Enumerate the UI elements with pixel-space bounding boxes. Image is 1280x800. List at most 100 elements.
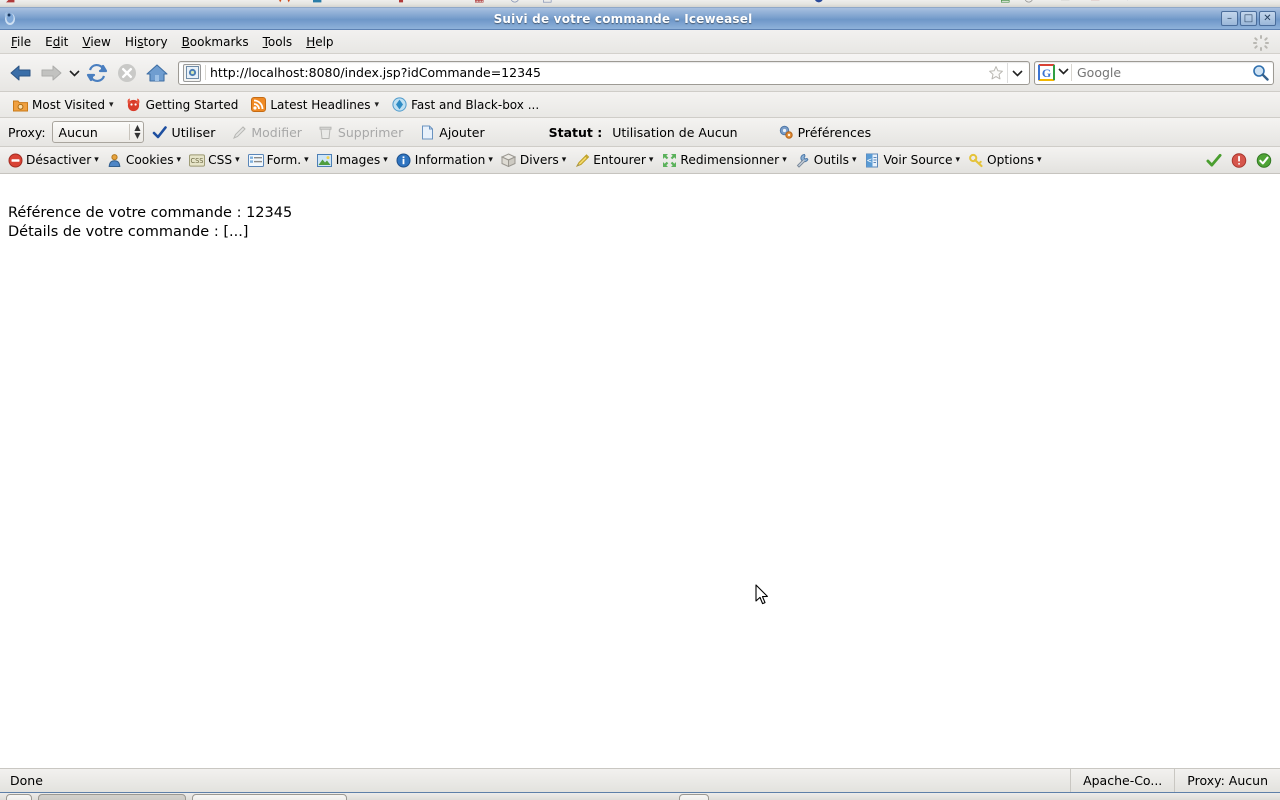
key-icon bbox=[968, 152, 984, 168]
validate-css-ok-icon[interactable] bbox=[1256, 152, 1272, 168]
proxy-status-label: Statut : bbox=[548, 124, 603, 140]
page-content: Référence de votre commande : 12345 Déta… bbox=[0, 196, 1280, 768]
reload-button[interactable] bbox=[82, 59, 112, 87]
close-button[interactable]: ✕ bbox=[1259, 11, 1276, 26]
desktop-taskbar[interactable] bbox=[0, 792, 1280, 800]
status-proxy[interactable]: Proxy: Aucun bbox=[1174, 769, 1280, 792]
bookmark-getting-started[interactable]: Getting Started bbox=[120, 95, 245, 115]
address-bar[interactable]: http://localhost:8080/index.jsp?idComman… bbox=[178, 60, 1030, 85]
menu-history[interactable]: History bbox=[118, 32, 175, 52]
browser-window-screen: ◢ ▼▼ ■ ▮ ▦ ○ □ ● ▤ ○ ▭ ▭ ✎ Suivi de votr… bbox=[0, 0, 1280, 800]
menu-bookmarks[interactable]: Bookmarks bbox=[175, 32, 256, 52]
address-dropdown-button[interactable] bbox=[1007, 62, 1027, 83]
desktop-top-panel[interactable]: ◢ ▼▼ ■ ▮ ▦ ○ □ ● ▤ ○ ▭ ▭ ✎ bbox=[0, 0, 1280, 8]
search-engine-dropdown-button[interactable] bbox=[1055, 67, 1071, 78]
maximize-button[interactable]: □ bbox=[1240, 11, 1257, 26]
proxy-use-button[interactable]: Utiliser bbox=[144, 122, 224, 142]
webdev-view-source-menu[interactable]: < Voir Source ▾ bbox=[860, 151, 964, 169]
proxy-add-button[interactable]: Ajouter bbox=[411, 122, 492, 142]
wrench-icon bbox=[795, 152, 811, 168]
spinner-arrows-icon[interactable]: ▲ ▼ bbox=[129, 124, 141, 140]
panel-app-icon-3[interactable]: ■ bbox=[312, 0, 322, 3]
proxy-preferences-button[interactable]: Préférences bbox=[770, 122, 880, 142]
webdev-label: Cookies bbox=[125, 153, 174, 167]
svg-text:G: G bbox=[1042, 66, 1051, 80]
panel-app-icon-11[interactable]: ▭ bbox=[1060, 0, 1070, 3]
chevron-down-icon: ▾ bbox=[94, 155, 99, 165]
bookmark-latest-headlines[interactable]: Latest Headlines ▾ bbox=[244, 95, 385, 115]
taskbar-spacer bbox=[353, 794, 673, 800]
diamond-icon bbox=[391, 97, 407, 113]
webdev-css-menu[interactable]: CSS CSS ▾ bbox=[185, 151, 244, 169]
search-go-button[interactable] bbox=[1247, 64, 1273, 81]
panel-app-icon-6[interactable]: ○ bbox=[510, 0, 520, 3]
status-server[interactable]: Apache-Co... bbox=[1070, 769, 1174, 792]
navigation-toolbar[interactable]: http://localhost:8080/index.jsp?idComman… bbox=[0, 54, 1280, 92]
webdeveloper-toolbar[interactable]: Désactiver ▾ Cookies ▾ CSS CSS ▾ Form. ▾ bbox=[0, 147, 1280, 174]
webdev-options-menu[interactable]: Options ▾ bbox=[964, 151, 1046, 169]
webdev-label: Outils bbox=[813, 153, 849, 167]
chevron-down-icon: ▾ bbox=[782, 155, 787, 165]
check-icon bbox=[152, 124, 168, 140]
webdev-entourer-menu[interactable]: Entourer ▾ bbox=[570, 151, 657, 169]
panel-app-icon-7[interactable]: □ bbox=[542, 0, 552, 3]
info-icon bbox=[396, 152, 412, 168]
panel-app-icon-1[interactable]: ◢ bbox=[6, 0, 14, 3]
validate-html-check-icon[interactable] bbox=[1206, 152, 1222, 168]
panel-app-icon-10[interactable]: ○ bbox=[1024, 0, 1034, 3]
address-input[interactable]: http://localhost:8080/index.jsp?idComman… bbox=[205, 65, 985, 80]
webdev-cookies-menu[interactable]: Cookies ▾ bbox=[103, 151, 185, 169]
bookmarks-toolbar[interactable]: Most Visited ▾ Getting Started Latest He… bbox=[0, 92, 1280, 118]
window-controls[interactable]: – □ ✕ bbox=[1221, 11, 1276, 26]
home-button[interactable] bbox=[142, 59, 172, 87]
taskbar-window-button-1[interactable] bbox=[38, 794, 186, 800]
bookmark-fast-and-blackbox[interactable]: Fast and Black-box ... bbox=[385, 95, 545, 115]
svg-text:<: < bbox=[867, 156, 872, 165]
proxy-select[interactable]: Aucun ▲ ▼ bbox=[51, 121, 144, 143]
bookmark-star-icon[interactable] bbox=[985, 65, 1007, 81]
chevron-down-icon: ▾ bbox=[235, 155, 240, 165]
menu-help[interactable]: Help bbox=[299, 32, 340, 52]
iceweasel-icon bbox=[126, 97, 142, 113]
chevron-down-icon bbox=[1057, 68, 1069, 75]
webdev-form-menu[interactable]: Form. ▾ bbox=[244, 151, 313, 169]
taskbar-window-button-2[interactable] bbox=[192, 794, 347, 800]
back-button[interactable] bbox=[6, 59, 36, 87]
history-dropdown-button[interactable] bbox=[66, 60, 82, 86]
menu-file[interactable]: FFileile bbox=[4, 32, 38, 52]
gears-icon bbox=[778, 124, 794, 140]
menu-edit[interactable]: Edit bbox=[38, 32, 75, 52]
magnifier-icon bbox=[1252, 65, 1269, 81]
window-title: Suivi de votre commande - Iceweasel bbox=[493, 11, 753, 26]
panel-clock[interactable]: ✎ bbox=[1120, 0, 1129, 3]
proxy-label: Proxy: bbox=[8, 124, 46, 140]
panel-app-icon-5[interactable]: ▦ bbox=[474, 0, 484, 3]
panel-app-icon-2[interactable]: ▼▼ bbox=[276, 0, 293, 3]
webdev-status-icons[interactable] bbox=[1206, 152, 1272, 168]
webdev-outils-menu[interactable]: Outils ▾ bbox=[791, 151, 861, 169]
minimize-button[interactable]: – bbox=[1221, 11, 1238, 26]
chevron-down-icon: ▾ bbox=[304, 155, 309, 165]
webdev-divers-menu[interactable]: Divers ▾ bbox=[497, 151, 570, 169]
menu-tools[interactable]: Tools bbox=[256, 32, 300, 52]
proxy-toolbar[interactable]: Proxy: Aucun ▲ ▼ Utiliser Modifier Suppri… bbox=[0, 118, 1280, 147]
search-input[interactable] bbox=[1071, 64, 1247, 81]
menu-view[interactable]: View bbox=[75, 32, 117, 52]
panel-app-icon-8[interactable]: ● bbox=[814, 0, 824, 3]
webdev-resize-menu[interactable]: Redimensionner ▾ bbox=[657, 151, 790, 169]
taskbar-tray-button[interactable] bbox=[679, 794, 709, 800]
webdev-images-menu[interactable]: Images ▾ bbox=[313, 151, 392, 169]
webdev-disable-menu[interactable]: Désactiver ▾ bbox=[3, 151, 103, 169]
panel-app-icon-9[interactable]: ▤ bbox=[1000, 0, 1010, 3]
panel-app-icon-4[interactable]: ▮ bbox=[398, 0, 404, 3]
taskbar-show-desktop-button[interactable] bbox=[6, 794, 32, 800]
webdev-information-menu[interactable]: Information ▾ bbox=[392, 151, 497, 169]
reload-icon bbox=[86, 63, 108, 82]
error-alert-icon[interactable] bbox=[1231, 152, 1247, 168]
menubar[interactable]: FFileile Edit View History Bookmarks Too… bbox=[0, 30, 1280, 54]
panel-app-icon-12[interactable]: ▭ bbox=[1090, 0, 1100, 3]
bookmark-most-visited[interactable]: Most Visited ▾ bbox=[6, 95, 120, 115]
bookmark-label: Fast and Black-box ... bbox=[411, 97, 540, 112]
search-bar[interactable]: G bbox=[1034, 60, 1274, 85]
window-titlebar[interactable]: Suivi de votre commande - Iceweasel – □ … bbox=[0, 8, 1280, 30]
